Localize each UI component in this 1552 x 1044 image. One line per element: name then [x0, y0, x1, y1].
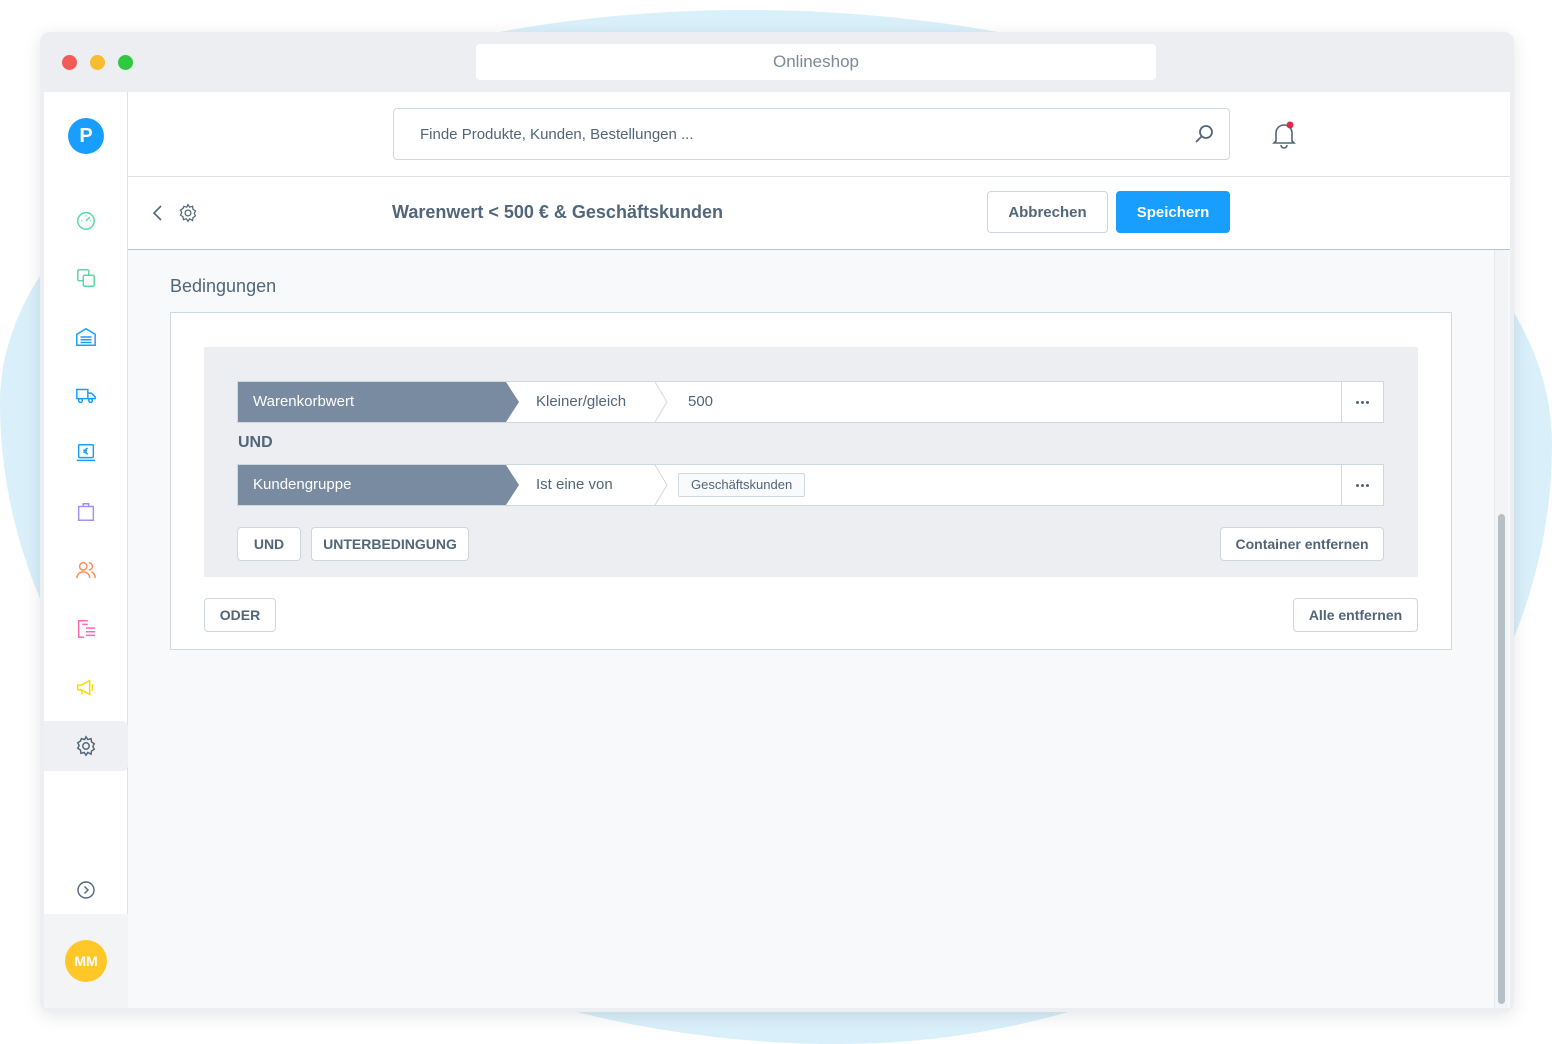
condition-container: Warenkorbwert Kleiner/gleich 500 UND Kun…: [204, 347, 1418, 577]
sidebar: P MM: [44, 92, 128, 1008]
dot: [1356, 483, 1359, 487]
dot: [1356, 400, 1359, 404]
nav-customers[interactable]: [44, 545, 128, 595]
add-or-button[interactable]: ODER: [204, 598, 276, 632]
gear-icon[interactable]: [178, 203, 198, 223]
app-window: Onlineshop P MM Finde Produkte, Kunden, …: [40, 32, 1514, 1012]
collapse-sidebar-icon[interactable]: [76, 880, 96, 900]
content-icon: [77, 620, 96, 638]
avatar[interactable]: MM: [65, 940, 107, 982]
conditions-card: Warenkorbwert Kleiner/gleich 500 UND Kun…: [170, 312, 1452, 650]
dot: [1361, 400, 1364, 404]
more-options-button[interactable]: [1341, 465, 1383, 505]
nav-payment[interactable]: [44, 428, 128, 478]
condition-field-label: Warenkorbwert: [253, 393, 355, 410]
page-title: Warenwert < 500 € & Geschäftskunden: [392, 202, 723, 222]
condition-field-label: Kundengruppe: [253, 476, 352, 493]
user-section: MM: [44, 914, 128, 1008]
customers-icon: [76, 561, 96, 579]
nav-dashboard[interactable]: [44, 195, 128, 245]
cancel-button[interactable]: Abbrechen: [987, 191, 1108, 233]
condition-operator-select[interactable]: Ist eine von: [536, 476, 613, 493]
dot: [1361, 483, 1364, 487]
marketing-icon: [77, 679, 94, 696]
remove-container-button[interactable]: Container entfernen: [1220, 527, 1384, 561]
back-arrow-icon[interactable]: [150, 203, 166, 223]
brand-logo[interactable]: P: [68, 118, 104, 154]
search-icon[interactable]: [1193, 123, 1215, 145]
payment-icon: [76, 444, 96, 462]
dot: [1366, 483, 1369, 487]
more-options-button[interactable]: [1341, 382, 1383, 422]
chevron-divider: [654, 465, 668, 505]
condition-row: Warenkorbwert Kleiner/gleich 500: [237, 381, 1384, 423]
section-title: Bedingungen: [170, 276, 277, 296]
nav-catalog[interactable]: [44, 253, 128, 303]
condition-value-input[interactable]: 500: [688, 393, 713, 410]
notification-bell-icon[interactable]: [1271, 121, 1297, 149]
nav-shipping[interactable]: [44, 370, 128, 420]
administration-app: P MM Finde Produkte, Kunden, Bestellunge…: [44, 92, 1510, 1008]
window-titlebar: Onlineshop: [40, 32, 1514, 92]
add-and-button[interactable]: UND: [237, 527, 301, 561]
nav-marketing[interactable]: [44, 662, 128, 712]
shipping-icon: [76, 388, 96, 404]
catalog-icon: [77, 269, 95, 287]
chevron-divider: [654, 382, 668, 422]
customer-group-tag[interactable]: Geschäftskunden: [678, 473, 806, 497]
settings-icon: [76, 735, 96, 757]
search-input[interactable]: [394, 109, 1174, 159]
condition-operator-select[interactable]: Kleiner/gleich: [536, 393, 626, 410]
nav-settings[interactable]: [44, 721, 128, 771]
close-window-button[interactable]: [62, 55, 77, 70]
main-content: Bedingungen Warenkorbwert Kleiner/gleich: [128, 250, 1510, 1008]
condition-field-select[interactable]: Warenkorbwert: [238, 382, 520, 422]
and-connector-label: UND: [238, 434, 273, 451]
condition-field-select[interactable]: Kundengruppe: [238, 465, 520, 505]
save-button[interactable]: Speichern: [1116, 191, 1230, 233]
nav-warehouse[interactable]: [44, 312, 128, 362]
smart-bar: Warenwert < 500 € & Geschäftskunden Abbr…: [128, 177, 1510, 250]
search-bar: [393, 108, 1230, 160]
add-subcondition-button[interactable]: UNTERBEDINGUNG: [311, 527, 469, 561]
scrollbar[interactable]: [1494, 250, 1508, 1008]
orders-icon: [77, 503, 95, 521]
maximize-window-button[interactable]: [118, 55, 133, 70]
scrollbar-thumb[interactable]: [1498, 514, 1505, 1004]
window-title: Onlineshop: [476, 44, 1156, 80]
top-bar: [128, 92, 1510, 177]
dashboard-icon: [77, 211, 95, 230]
condition-row: Kundengruppe Ist eine von Geschäftskunde…: [237, 464, 1384, 506]
remove-all-button[interactable]: Alle entfernen: [1293, 598, 1418, 632]
nav-orders[interactable]: [44, 487, 128, 537]
minimize-window-button[interactable]: [90, 55, 105, 70]
dot: [1366, 400, 1369, 404]
nav-content[interactable]: [44, 604, 128, 654]
warehouse-icon: [76, 327, 96, 346]
